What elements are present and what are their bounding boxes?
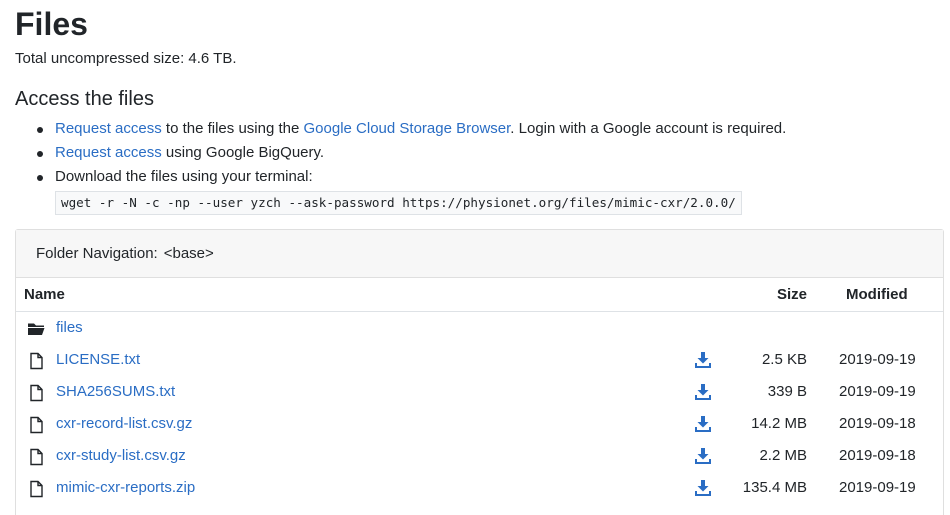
file-row[interactable]: LICENSE.txt 2.5 KB 2019-09-19 xyxy=(16,344,943,376)
access-list: Request access to the files using the Go… xyxy=(15,117,935,215)
total-size: Total uncompressed size: 4.6 TB. xyxy=(15,50,237,67)
access-item-gcs: Request access to the files using the Go… xyxy=(15,117,935,141)
folder-navigation-label: Folder Navigation: xyxy=(36,245,158,262)
file-row[interactable]: SHA256SUMS.txt 339 B 2019-09-19 xyxy=(16,376,943,408)
folder-link[interactable]: files xyxy=(56,319,83,336)
download-icon[interactable] xyxy=(694,383,712,401)
folder-navigation-base[interactable]: <base> xyxy=(164,245,214,262)
access-text: Download the files using your terminal: xyxy=(55,168,313,185)
file-icon xyxy=(30,416,43,434)
access-text: to the files using the xyxy=(161,120,304,137)
folder-navigation: Folder Navigation: <base> xyxy=(16,230,943,278)
file-size: 135.4 MB xyxy=(742,479,807,496)
page-title: Files xyxy=(15,6,88,42)
download-icon[interactable] xyxy=(694,415,712,433)
bullet xyxy=(37,151,43,157)
file-size: 339 B xyxy=(767,383,807,400)
file-modified: 2019-09-18 xyxy=(839,415,916,432)
bullet xyxy=(37,127,43,133)
file-row[interactable]: mimic-cxr-reports.zip 135.4 MB 2019-09-1… xyxy=(16,472,943,504)
file-size: 2.5 KB xyxy=(761,351,807,368)
file-size: 2.2 MB xyxy=(759,447,807,464)
file-modified: 2019-09-19 xyxy=(839,383,916,400)
file-row[interactable]: cxr-record-list.csv.gz 14.2 MB 2019-09-1… xyxy=(16,408,943,440)
access-item-bigquery: Request access using Google BigQuery. xyxy=(15,141,935,165)
file-link[interactable]: cxr-record-list.csv.gz xyxy=(56,415,192,432)
access-text: . Login with a Google account is require… xyxy=(510,120,787,137)
file-icon xyxy=(30,352,43,370)
request-access-link[interactable]: Request access xyxy=(55,120,162,137)
folder-icon xyxy=(28,323,45,335)
column-modified-header[interactable]: Modified xyxy=(846,286,908,303)
file-icon xyxy=(30,448,43,466)
file-browser: Folder Navigation: <base> Name Size Modif… xyxy=(15,229,944,515)
wget-command[interactable]: wget -r -N -c -np --user yzch --ask-pass… xyxy=(55,191,742,215)
table-header: Name Size Modified xyxy=(16,278,943,312)
request-access-bigquery-link[interactable]: Request access xyxy=(55,144,162,161)
column-size-header[interactable]: Size xyxy=(777,286,807,303)
folder-row[interactable]: files xyxy=(16,312,943,344)
file-icon xyxy=(30,384,43,402)
file-row[interactable]: cxr-study-list.csv.gz 2.2 MB 2019-09-18 xyxy=(16,440,943,472)
file-link[interactable]: mimic-cxr-reports.zip xyxy=(56,479,195,496)
file-size: 14.2 MB xyxy=(751,415,807,432)
file-link[interactable]: SHA256SUMS.txt xyxy=(56,383,175,400)
file-modified: 2019-09-19 xyxy=(839,351,916,368)
download-icon[interactable] xyxy=(694,479,712,497)
file-link[interactable]: LICENSE.txt xyxy=(56,351,140,368)
download-icon[interactable] xyxy=(694,351,712,369)
gcs-browser-link[interactable]: Google Cloud Storage Browser xyxy=(304,120,511,137)
access-item-terminal: Download the files using your terminal: … xyxy=(15,165,935,215)
page: Files Total uncompressed size: 4.6 TB. A… xyxy=(0,0,950,515)
file-link[interactable]: cxr-study-list.csv.gz xyxy=(56,447,186,464)
file-icon xyxy=(30,480,43,498)
file-modified: 2019-09-18 xyxy=(839,447,916,464)
column-name-header[interactable]: Name xyxy=(24,286,65,303)
download-icon[interactable] xyxy=(694,447,712,465)
access-text: using Google BigQuery. xyxy=(161,144,325,161)
bullet xyxy=(37,175,43,181)
file-modified: 2019-09-19 xyxy=(839,479,916,496)
access-heading: Access the files xyxy=(15,88,154,110)
